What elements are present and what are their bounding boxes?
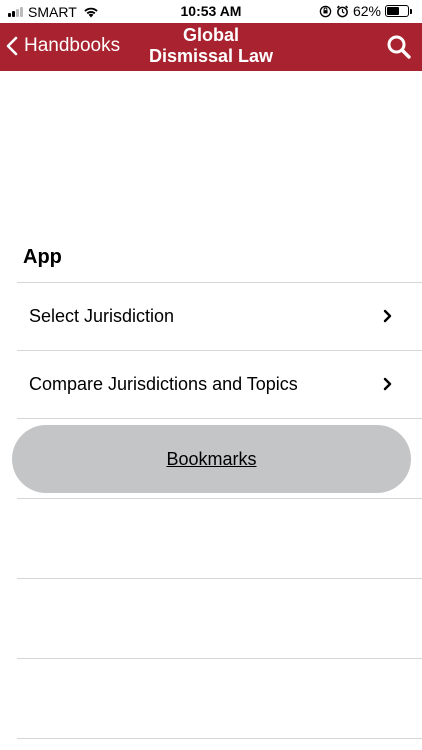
status-bar: SMART 10:53 AM 62%	[0, 0, 422, 23]
chevron-right-icon	[383, 309, 392, 323]
section-title-app: App	[23, 246, 62, 268]
back-button-label: Handbooks	[24, 35, 121, 56]
chevron-right-icon	[383, 377, 392, 391]
page-title-line1: Global	[182, 25, 239, 45]
navigation-bar: Handbooks Global Dismissal Law	[0, 23, 422, 71]
select-jurisdiction-row[interactable]: Select Jurisdiction	[0, 282, 422, 350]
status-right: 62%	[319, 3, 412, 19]
row-label: Compare Jurisdictions and Topics	[29, 374, 298, 394]
search-icon[interactable]	[386, 34, 412, 60]
battery-icon	[385, 5, 412, 17]
bookmarks-button[interactable]: Bookmarks	[12, 425, 411, 493]
chevron-left-icon	[6, 36, 18, 56]
divider	[17, 578, 422, 579]
compare-jurisdictions-row[interactable]: Compare Jurisdictions and Topics	[0, 350, 422, 418]
divider	[17, 658, 422, 659]
page-title-line2: Dismissal Law	[148, 46, 274, 66]
row-label: Select Jurisdiction	[29, 306, 175, 326]
battery-fill	[387, 7, 400, 15]
divider	[17, 418, 422, 419]
page-title: Global Dismissal Law	[120, 25, 302, 67]
divider	[17, 738, 422, 739]
back-button[interactable]: Handbooks	[6, 35, 120, 57]
alarm-icon	[336, 5, 349, 17]
divider	[17, 498, 422, 499]
battery-percent: 62%	[352, 3, 381, 19]
orientation-lock-icon	[319, 5, 332, 17]
